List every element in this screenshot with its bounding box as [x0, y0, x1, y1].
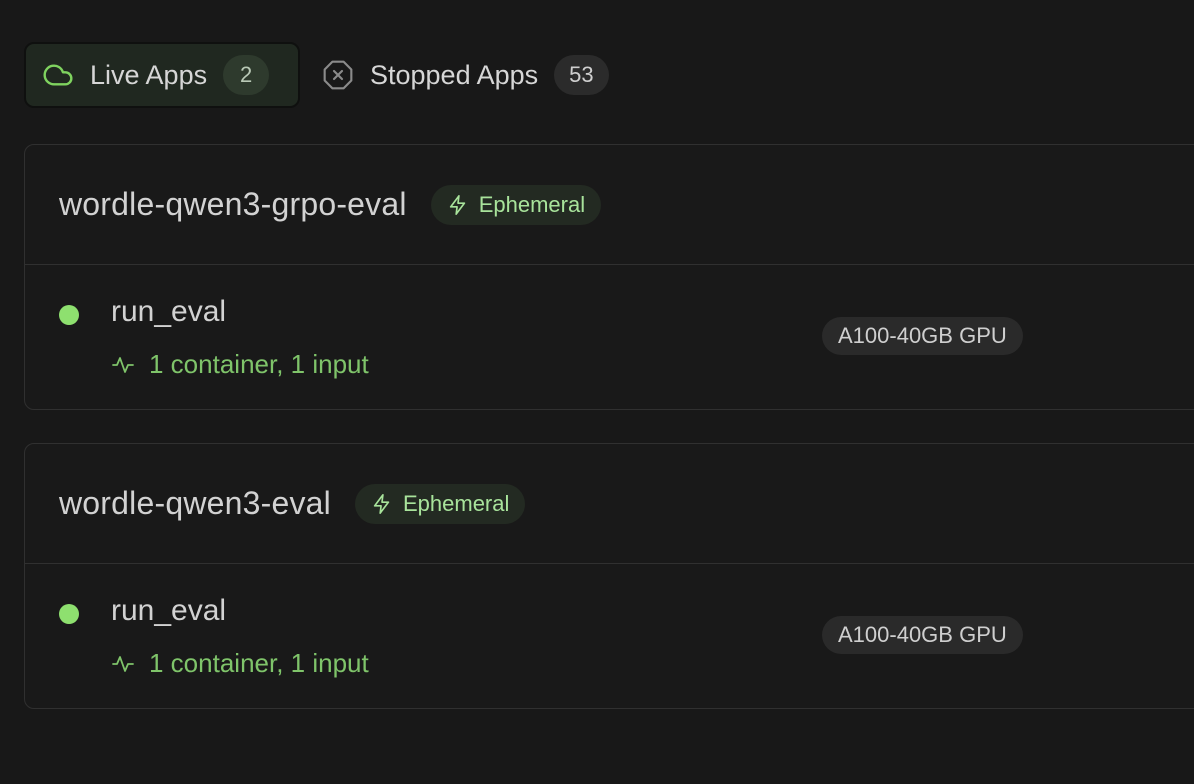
live-apps-count: 2 — [223, 55, 270, 95]
app-card: wordle-qwen3-eval Ephemeral run_eval 1 c… — [24, 443, 1194, 709]
function-name: run_eval — [111, 594, 227, 627]
cloud-icon — [42, 59, 74, 91]
function-stats: 1 container, 1 input — [111, 349, 369, 380]
stopped-apps-count: 53 — [554, 55, 609, 95]
app-tabs: Live Apps 2 Stopped Apps 53 — [24, 42, 625, 108]
function-stats-text: 1 container, 1 input — [149, 349, 369, 379]
lightning-icon — [371, 493, 393, 515]
activity-icon — [111, 353, 135, 377]
ephemeral-badge: Ephemeral — [354, 483, 526, 524]
app-name[interactable]: wordle-qwen3-eval — [59, 485, 331, 522]
function-row[interactable]: run_eval 1 container, 1 input A100-40GB … — [25, 564, 1194, 708]
function-stats-text: 1 container, 1 input — [149, 648, 369, 678]
ephemeral-badge-label: Ephemeral — [402, 490, 510, 516]
tab-stopped-apps[interactable]: Stopped Apps 53 — [314, 42, 625, 108]
app-card-header: wordle-qwen3-grpo-eval Ephemeral — [25, 145, 1194, 265]
status-dot — [59, 604, 79, 624]
tab-live-apps-label: Live Apps — [90, 59, 208, 90]
gpu-badge: A100-40GB GPU — [822, 317, 1023, 355]
x-circle-icon — [322, 59, 354, 91]
gpu-badge: A100-40GB GPU — [822, 616, 1023, 654]
function-row[interactable]: run_eval 1 container, 1 input A100-40GB … — [25, 265, 1194, 409]
status-dot — [59, 305, 79, 325]
app-card: wordle-qwen3-grpo-eval Ephemeral run_eva… — [24, 144, 1194, 410]
lightning-icon — [447, 194, 469, 216]
activity-icon — [111, 652, 135, 676]
function-name: run_eval — [111, 295, 227, 328]
ephemeral-badge-label: Ephemeral — [478, 191, 586, 217]
function-stats: 1 container, 1 input — [111, 648, 369, 679]
app-name[interactable]: wordle-qwen3-grpo-eval — [59, 186, 407, 223]
app-card-header: wordle-qwen3-eval Ephemeral — [25, 444, 1194, 564]
tab-stopped-apps-label: Stopped Apps — [370, 59, 539, 90]
tab-live-apps[interactable]: Live Apps 2 — [24, 42, 300, 108]
ephemeral-badge: Ephemeral — [430, 184, 602, 225]
